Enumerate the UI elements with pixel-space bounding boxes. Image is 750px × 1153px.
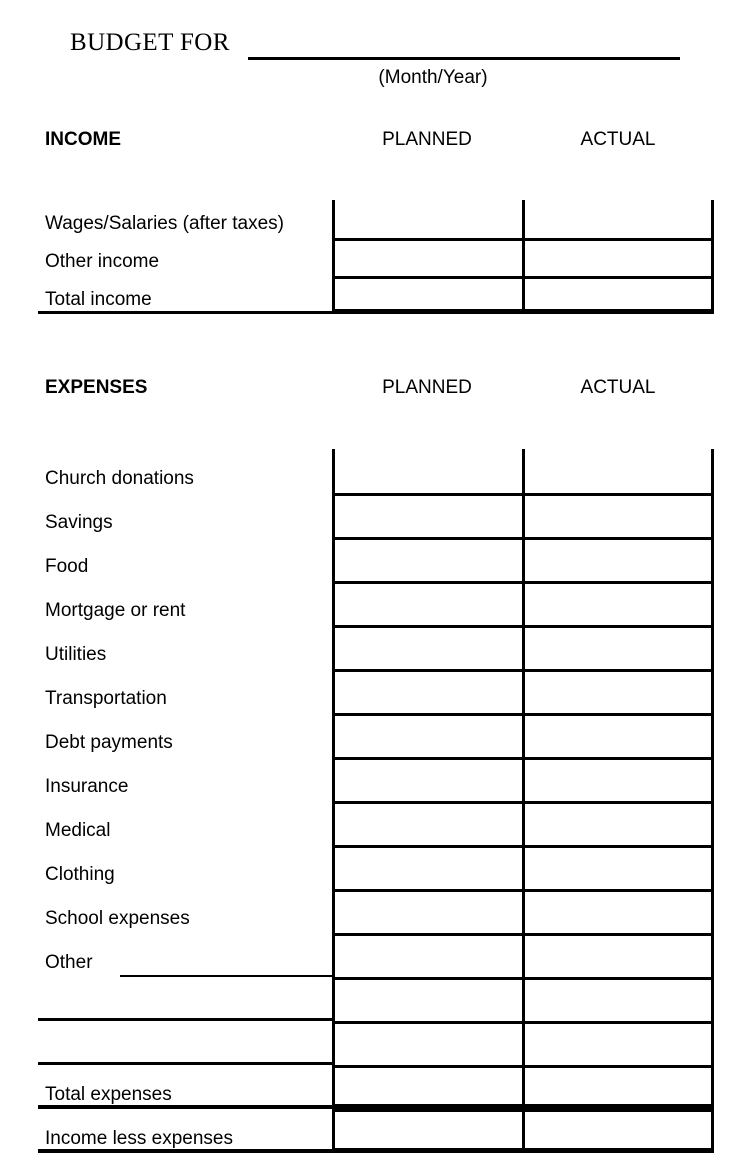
table-row: Mortgage or rent: [0, 581, 750, 625]
expenses-actual-cell[interactable]: [522, 889, 714, 933]
expenses-actual-cell[interactable]: [522, 801, 714, 845]
income-column-actual: ACTUAL: [580, 129, 656, 150]
table-row: Insurance: [0, 757, 750, 801]
table-row: Food: [0, 537, 750, 581]
expenses-planned-cell[interactable]: [332, 757, 522, 801]
expenses-row-label: Transportation: [45, 688, 167, 709]
expenses-column-planned: PLANNED: [382, 377, 472, 398]
income-actual-cell[interactable]: [522, 238, 714, 276]
table-row: Transportation: [0, 669, 750, 713]
row-writein-line[interactable]: [38, 1149, 332, 1153]
expenses-row-label: Savings: [45, 512, 113, 533]
expenses-planned-cell[interactable]: [332, 801, 522, 845]
expenses-planned-cell[interactable]: [332, 537, 522, 581]
month-year-blank-line[interactable]: [248, 57, 680, 60]
expenses-actual-cell[interactable]: [522, 1021, 714, 1065]
expenses-actual-cell[interactable]: [522, 845, 714, 889]
expenses-planned-cell[interactable]: [332, 1021, 522, 1065]
expenses-row-label: Other: [45, 952, 93, 973]
expenses-row-label: Income less expenses: [45, 1128, 233, 1149]
table-row: Clothing: [0, 845, 750, 889]
expenses-row-label: Church donations: [45, 468, 194, 489]
page-title: BUDGET FOR: [70, 29, 230, 56]
income-actual-cell[interactable]: [522, 200, 714, 238]
income-planned-cell[interactable]: [332, 200, 522, 238]
expenses-actual-cell[interactable]: [522, 537, 714, 581]
expenses-table: Church donations Savings Food Mortgage or r…: [0, 449, 750, 1153]
expenses-planned-cell[interactable]: [332, 933, 522, 977]
table-row: Other: [0, 933, 750, 977]
expenses-actual-cell[interactable]: [522, 933, 714, 977]
table-row: Savings: [0, 493, 750, 537]
expenses-planned-cell[interactable]: [332, 889, 522, 933]
expenses-planned-cell[interactable]: [332, 845, 522, 889]
expenses-planned-cell[interactable]: [332, 449, 522, 493]
income-section-header: INCOME PLANNED ACTUAL: [0, 127, 750, 153]
table-row: Wages/Salaries (after taxes): [0, 200, 750, 238]
expenses-actual-cell[interactable]: [522, 625, 714, 669]
income-row-label: Total income: [45, 289, 152, 310]
table-row: Total income: [0, 276, 750, 314]
table-row: Utilities: [0, 625, 750, 669]
expenses-actual-cell[interactable]: [522, 493, 714, 537]
expenses-section-header: EXPENSES PLANNED ACTUAL: [0, 375, 750, 401]
income-column-planned: PLANNED: [382, 129, 472, 150]
expenses-planned-cell[interactable]: [332, 493, 522, 537]
expenses-planned-cell[interactable]: [332, 713, 522, 757]
table-row: [0, 977, 750, 1021]
expenses-planned-cell[interactable]: [332, 581, 522, 625]
income-table: Wages/Salaries (after taxes) Other income…: [0, 200, 750, 314]
expenses-planned-cell[interactable]: [332, 977, 522, 1021]
income-row-label: Wages/Salaries (after taxes): [45, 213, 284, 234]
expenses-planned-cell[interactable]: [332, 625, 522, 669]
table-row: Total expenses: [0, 1065, 750, 1109]
expenses-actual-cell[interactable]: [522, 977, 714, 1021]
income-planned-cell[interactable]: [332, 276, 522, 314]
expenses-row-label: Medical: [45, 820, 111, 841]
expenses-row-label: Total expenses: [45, 1084, 172, 1105]
expenses-row-label: Utilities: [45, 644, 107, 665]
expenses-actual-cell[interactable]: [522, 449, 714, 493]
expenses-planned-cell[interactable]: [332, 1109, 522, 1153]
table-row: Income less expenses: [0, 1109, 750, 1153]
table-row: Other income: [0, 238, 750, 276]
expenses-planned-cell[interactable]: [332, 1065, 522, 1109]
expenses-row-label: Insurance: [45, 776, 129, 797]
month-year-caption: (Month/Year): [378, 67, 488, 88]
expenses-row-label: Debt payments: [45, 732, 173, 753]
expenses-row-label: Clothing: [45, 864, 115, 885]
table-row: Church donations: [0, 449, 750, 493]
expenses-heading: EXPENSES: [45, 377, 148, 398]
income-actual-cell[interactable]: [522, 276, 714, 314]
expenses-row-label: Food: [45, 556, 89, 577]
expenses-column-actual: ACTUAL: [580, 377, 656, 398]
expenses-actual-cell[interactable]: [522, 757, 714, 801]
expenses-planned-cell[interactable]: [332, 669, 522, 713]
table-row: School expenses: [0, 889, 750, 933]
expenses-actual-cell[interactable]: [522, 713, 714, 757]
expenses-row-label: School expenses: [45, 908, 190, 929]
table-row: Debt payments: [0, 713, 750, 757]
expenses-actual-cell[interactable]: [522, 1065, 714, 1109]
form-title-block: BUDGET FOR (Month/Year): [0, 28, 750, 88]
row-writein-line[interactable]: [38, 311, 332, 314]
table-row: Medical: [0, 801, 750, 845]
expenses-row-label: Mortgage or rent: [45, 600, 186, 621]
expenses-actual-cell[interactable]: [522, 581, 714, 625]
expenses-actual-cell[interactable]: [522, 669, 714, 713]
table-row: [0, 1021, 750, 1065]
expenses-actual-cell[interactable]: [522, 1109, 714, 1153]
income-row-label: Other income: [45, 251, 160, 272]
income-heading: INCOME: [45, 129, 121, 150]
income-planned-cell[interactable]: [332, 238, 522, 276]
